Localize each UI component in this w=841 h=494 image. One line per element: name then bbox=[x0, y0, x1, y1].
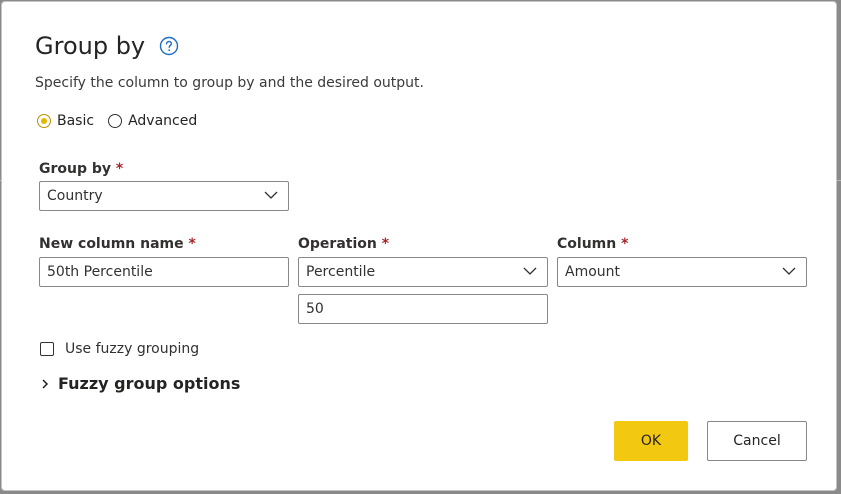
operation-select-value: Percentile bbox=[306, 264, 376, 280]
new-column-name-value: 50th Percentile bbox=[47, 264, 153, 280]
radio-advanced-indicator[interactable] bbox=[108, 114, 123, 128]
radio-basic[interactable]: Basic bbox=[37, 113, 94, 129]
chevron-down-icon bbox=[523, 267, 537, 275]
radio-basic-label: Basic bbox=[57, 113, 95, 129]
radio-advanced[interactable]: Advanced bbox=[108, 113, 197, 129]
radio-basic-indicator[interactable] bbox=[37, 114, 51, 128]
new-column-name-required-mark: * bbox=[188, 236, 196, 252]
group-by-label: Group by * bbox=[39, 160, 123, 178]
chevron-down-icon bbox=[782, 267, 796, 275]
column-label: Column * bbox=[557, 235, 628, 253]
cancel-button[interactable]: Cancel bbox=[707, 421, 807, 461]
fuzzy-group-options-toggle[interactable]: Fuzzy group options bbox=[41, 374, 240, 393]
operation-label-text: Operation bbox=[298, 236, 377, 252]
chevron-right-icon bbox=[42, 378, 49, 389]
fuzzy-group-options-label: Fuzzy group options bbox=[58, 374, 241, 393]
mode-radio-group: Basic Advanced bbox=[37, 113, 211, 129]
fuzzy-grouping-label: Use fuzzy grouping bbox=[65, 341, 200, 357]
dialog-subtitle: Specify the column to group by and the d… bbox=[35, 75, 424, 91]
operation-select[interactable]: Percentile bbox=[298, 257, 548, 287]
new-column-name-label: New column name * bbox=[39, 235, 196, 253]
chevron-down-icon bbox=[264, 191, 278, 199]
operation-label: Operation * bbox=[298, 235, 389, 253]
group-by-label-text: Group by bbox=[39, 161, 112, 177]
column-select[interactable]: Amount bbox=[557, 257, 807, 287]
group-by-select[interactable]: Country bbox=[39, 181, 289, 211]
help-circle-icon[interactable] bbox=[159, 36, 179, 56]
column-required-mark: * bbox=[621, 236, 629, 252]
percentile-value-input[interactable]: 50 bbox=[298, 294, 548, 324]
group-by-select-value: Country bbox=[47, 188, 103, 204]
column-label-text: Column bbox=[557, 236, 617, 252]
percentile-value: 50 bbox=[306, 301, 324, 317]
dialog-title: Group by bbox=[35, 32, 146, 60]
column-select-value: Amount bbox=[565, 264, 621, 280]
ok-button[interactable]: OK bbox=[614, 421, 688, 461]
fuzzy-grouping-option[interactable]: Use fuzzy grouping bbox=[40, 341, 199, 357]
group-by-dialog: Group by Specify the column to group by … bbox=[1, 1, 837, 491]
operation-required-mark: * bbox=[381, 236, 390, 252]
group-by-required-mark: * bbox=[115, 161, 124, 177]
new-column-name-label-text: New column name bbox=[39, 236, 184, 252]
fuzzy-grouping-checkbox[interactable] bbox=[40, 342, 54, 356]
radio-advanced-label: Advanced bbox=[128, 113, 198, 129]
new-column-name-input[interactable]: 50th Percentile bbox=[39, 257, 289, 287]
